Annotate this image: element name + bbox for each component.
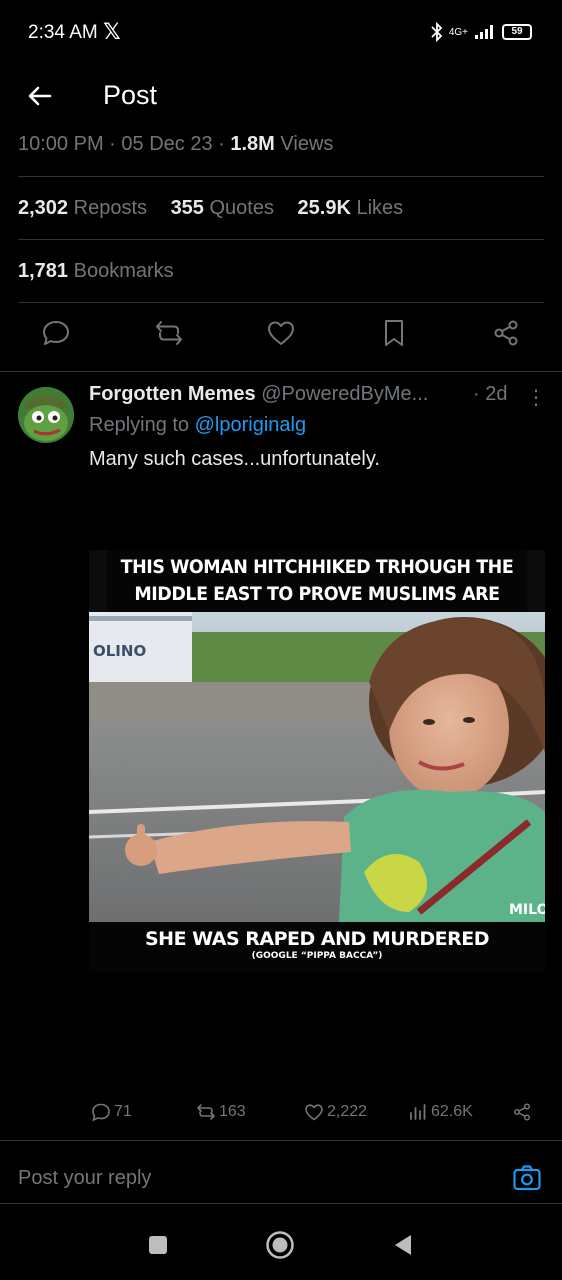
share-icon[interactable] — [491, 318, 521, 348]
reply-views[interactable]: 62.6K — [408, 1102, 473, 1122]
views-count: 62.6K — [431, 1103, 473, 1120]
views-label: Views — [280, 133, 334, 155]
system-nav-bar — [0, 1210, 562, 1280]
status-indicators: 4G+ 59 — [431, 22, 532, 42]
reply-share[interactable] — [512, 1102, 532, 1122]
reply-input[interactable]: Post your reply — [18, 1167, 151, 1190]
reposts-stat[interactable]: 2,302 Reposts — [18, 197, 147, 219]
replies-count: 71 — [114, 1103, 132, 1120]
home-circle-icon[interactable] — [265, 1230, 295, 1260]
views-chart-icon — [410, 1104, 426, 1120]
post-date: 05 Dec 23 — [121, 133, 213, 155]
repost-icon[interactable] — [154, 318, 184, 348]
bookmarks-stat[interactable]: 1,781 Bookmarks — [18, 260, 174, 283]
reply-author[interactable]: Forgotten Memes @PoweredByMe... — [89, 383, 428, 406]
meta-separator: · — [109, 133, 116, 155]
like-heart-icon[interactable] — [266, 318, 296, 348]
bookmarks-count: 1,781 — [18, 260, 69, 282]
reposts-label: Reposts — [73, 197, 147, 219]
meme-caption-line: SHE WAS RAPED AND MURDERED — [144, 928, 490, 950]
meme-photo: OLINO MILO — [89, 612, 545, 922]
quotes-stat[interactable]: 355 Quotes — [171, 197, 274, 219]
x-logo-icon: 𝕏 — [103, 19, 121, 44]
bookmark-icon[interactable] — [379, 318, 409, 348]
reposts-count: 163 — [219, 1103, 246, 1120]
meme-caption-line: THIS WOMAN HITCHHIKED TRHOUGH THE — [120, 556, 514, 578]
meta-separator: · — [218, 133, 225, 155]
reply-engagement: 71 163 2,222 62.6K — [0, 1102, 562, 1130]
likes-label: Likes — [356, 197, 404, 219]
meme-top-caption: THIS WOMAN HITCHHIKED TRHOUGH THE MIDDLE… — [107, 550, 527, 632]
reply-time: · 2d — [473, 383, 508, 405]
meme-watermark: MILO — [509, 902, 545, 918]
reply-likes[interactable]: 2,222 — [304, 1102, 367, 1122]
likes-stat[interactable]: 25.9K Likes — [298, 197, 404, 219]
avatar[interactable] — [18, 387, 74, 443]
quotes-label: Quotes — [209, 197, 274, 219]
divider — [18, 239, 544, 240]
status-time: 2:34 AM — [28, 22, 98, 43]
back-triangle-icon[interactable] — [392, 1233, 414, 1257]
post-time: 10:00 PM — [18, 133, 104, 155]
post-header: Post — [0, 70, 562, 122]
likes-count: 2,222 — [327, 1103, 368, 1120]
page-title: Post — [103, 80, 158, 110]
status-bar: 2:34 AM 𝕏 4G+ 59 — [0, 0, 562, 64]
author-name[interactable]: Forgotten Memes — [89, 383, 256, 405]
meme-caption-subline: (GOOGLE “PIPPA BACCA”) — [251, 951, 383, 961]
repost-icon — [196, 1104, 216, 1120]
views-count: 1.8M — [230, 133, 275, 155]
back-arrow-icon[interactable] — [24, 80, 56, 112]
battery-icon: 59 — [502, 24, 532, 40]
replying-prefix: Replying to — [89, 414, 190, 436]
reply-icon[interactable] — [41, 318, 71, 348]
meme-bottom-caption: SHE WAS RAPED AND MURDERED (GOOGLE “PIPP… — [89, 922, 545, 972]
quotes-count: 355 — [170, 197, 204, 219]
pepe-avatar-icon — [18, 387, 74, 443]
more-options-icon[interactable]: ⋮ — [526, 385, 546, 410]
reposts-count: 2,302 — [18, 197, 69, 219]
camera-icon[interactable] — [512, 1163, 542, 1193]
signal-icon — [475, 25, 493, 39]
share-icon — [513, 1103, 531, 1121]
recents-square-icon[interactable] — [147, 1234, 169, 1256]
reply-text: Many such cases...unfortunately. — [89, 448, 380, 470]
replying-to: Replying to @lporiginalg — [89, 414, 306, 437]
reply-composer[interactable]: Post your reply — [0, 1140, 562, 1204]
post-actions — [0, 318, 562, 358]
replying-handle-link[interactable]: @lporiginalg — [195, 414, 306, 436]
post-stats: 2,302 Reposts 355 Quotes 25.9K Likes — [18, 197, 421, 220]
bluetooth-icon — [431, 22, 443, 42]
like-heart-icon — [305, 1104, 323, 1121]
bookmarks-label: Bookmarks — [73, 260, 174, 282]
reply-media-image[interactable]: THIS WOMAN HITCHHIKED TRHOUGH THE MIDDLE… — [89, 550, 545, 972]
reply-replies[interactable]: 71 — [91, 1102, 132, 1122]
reply-reposts[interactable]: 163 — [196, 1102, 246, 1122]
reply-icon — [92, 1103, 110, 1122]
divider — [0, 371, 562, 372]
author-handle[interactable]: @PoweredByMe... — [261, 383, 428, 405]
divider — [18, 176, 544, 177]
network-type: 4G+ — [448, 26, 468, 38]
divider — [18, 302, 544, 303]
post-meta: 10:00 PM · 05 Dec 23 · 1.8M Views — [18, 133, 333, 156]
likes-count: 25.9K — [297, 197, 351, 219]
truck-text: OLINO — [93, 642, 146, 660]
